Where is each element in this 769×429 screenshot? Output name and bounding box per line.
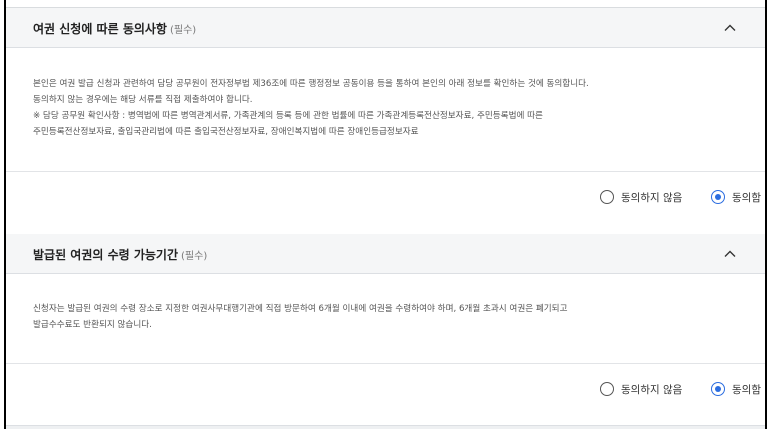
radio-checked-icon[interactable]: [711, 382, 725, 396]
disagree-label: 동의하지 않음: [621, 191, 683, 204]
pickup-period-options: 동의하지 않음 동의함: [6, 377, 765, 401]
section-divider: [6, 363, 765, 364]
consent-text-line: 발급수수료도 반환되지 않습니다.: [33, 320, 152, 330]
agree-radio[interactable]: 동의함: [711, 377, 761, 401]
consent-text-line: 주민등록전산정보자료, 출입국관리법에 따른 출입국전산정보자료, 장애인복지법…: [33, 127, 419, 137]
consent-content: 여권 신청에 따른 동의사항 (필수) 본인은 여권 발급 신청과 관련하여 담당…: [6, 0, 765, 429]
agree-radio[interactable]: 동의함: [711, 185, 761, 209]
passport-consent-header[interactable]: 여권 신청에 따른 동의사항 (필수): [6, 8, 765, 48]
radio-checked-icon[interactable]: [711, 190, 725, 204]
passport-consent-text: 본인은 여권 발급 신청과 관련하여 담당 공무원이 전자정부법 제36조에 따…: [33, 76, 733, 140]
consent-text-line: 신청자는 발급된 여권의 수령 장소로 지정한 여권사무대행기관에 직접 방문하…: [33, 304, 568, 314]
agree-label: 동의함: [732, 191, 761, 204]
disagree-radio[interactable]: 동의하지 않음: [600, 377, 682, 401]
consent-text-line: 동의하지 않는 경우에는 해당 서류를 직접 제출하여야 합니다.: [33, 95, 253, 105]
next-section-edge: [6, 425, 765, 429]
chevron-up-icon[interactable]: [718, 242, 742, 266]
section-title: 여권 신청에 따른 동의사항 (필수): [33, 22, 197, 36]
consent-text-line: ※ 담당 공무원 확인사항 : 병역법에 따른 병역관계서류, 가족관계의 등록…: [33, 111, 543, 121]
passport-consent-options: 동의하지 않음 동의함: [6, 185, 765, 209]
pickup-period-header[interactable]: 발급된 여권의 수령 가능기간 (필수): [6, 234, 765, 274]
disagree-label: 동의하지 않음: [621, 383, 683, 396]
window-border-right: [765, 0, 767, 429]
section-title: 발급된 여권의 수령 가능기간 (필수): [33, 248, 208, 262]
radio-unchecked-icon[interactable]: [600, 190, 614, 204]
consent-text-line: 본인은 여권 발급 신청과 관련하여 담당 공무원이 전자정부법 제36조에 따…: [33, 79, 589, 89]
agree-label: 동의함: [732, 383, 761, 396]
disagree-radio[interactable]: 동의하지 않음: [600, 185, 682, 209]
radio-unchecked-icon[interactable]: [600, 382, 614, 396]
chevron-up-icon[interactable]: [718, 16, 742, 40]
section-divider: [6, 171, 765, 172]
pickup-period-text: 신청자는 발급된 여권의 수령 장소로 지정한 여권사무대행기관에 직접 방문하…: [33, 301, 733, 333]
consent-panel: 여권 신청에 따른 동의사항 (필수) 본인은 여권 발급 신청과 관련하여 담당…: [0, 0, 769, 429]
required-label: (필수): [169, 25, 197, 36]
required-label: (필수): [181, 251, 208, 262]
